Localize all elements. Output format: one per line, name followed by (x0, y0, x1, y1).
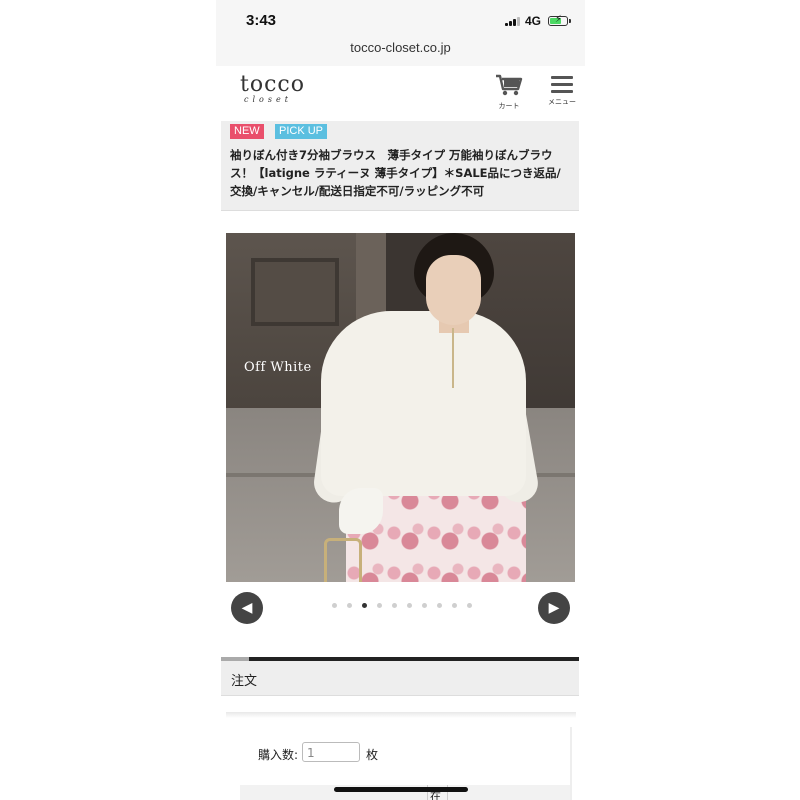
logo-main: tocco (240, 72, 305, 97)
carousel-dot[interactable] (452, 603, 457, 608)
next-image-button[interactable]: ▶ (538, 592, 570, 624)
status-time: 3:43 (246, 12, 277, 29)
home-indicator[interactable] (334, 787, 468, 792)
carousel-dots (216, 603, 585, 609)
cart-icon (496, 74, 523, 96)
quantity-label: 購入数: (258, 748, 299, 762)
signal-icon (505, 16, 521, 26)
url-text: tocco-closet.co.jp (350, 40, 451, 55)
menu-label: メニュー (548, 98, 576, 106)
quantity-input[interactable]: 1 (302, 742, 360, 762)
product-title-box: NEW PICK UP 袖りぼん付き7分袖ブラウス 薄手タイプ 万能袖りぼんブラ… (221, 121, 579, 211)
carousel-dot[interactable] (377, 603, 382, 608)
order-heading: 注文 (231, 674, 258, 689)
menu-button[interactable]: メニュー (548, 76, 576, 107)
pickup-badge: PICK UP (275, 124, 328, 139)
site-header: tocco closet カート メニュー (216, 66, 585, 121)
carousel-dot[interactable] (422, 603, 427, 608)
cart-button[interactable]: カート (494, 74, 524, 111)
quantity-unit: 枚 (366, 748, 379, 762)
chevron-right-icon: ▶ (548, 600, 560, 616)
carousel-dot[interactable] (332, 603, 337, 608)
phone-screen: 3:43 4G ⚡ tocco-closet.co.jp tocco close… (216, 0, 585, 800)
new-badge: NEW (230, 124, 264, 139)
product-title: 袖りぼん付き7分袖ブラウス 薄手タイプ 万能袖りぼんブラウス！【latigne … (230, 148, 561, 198)
image-caption: Off White (244, 360, 312, 375)
carousel-dot[interactable] (467, 603, 472, 608)
battery-icon: ⚡ (548, 14, 568, 26)
carousel-dot[interactable] (437, 603, 442, 608)
network-type: 4G (525, 14, 542, 28)
carousel-dot[interactable] (362, 603, 367, 608)
carousel-dot[interactable] (407, 603, 412, 608)
carousel-dot[interactable] (347, 603, 352, 608)
status-bar: 3:43 4G ⚡ (216, 0, 585, 36)
battery-tip (569, 19, 571, 23)
carousel-dot[interactable] (392, 603, 397, 608)
site-logo[interactable]: tocco closet (240, 72, 305, 104)
section-shadow (226, 712, 576, 718)
address-bar[interactable]: tocco-closet.co.jp (216, 36, 585, 67)
cart-label: カート (498, 102, 520, 110)
hamburger-icon (548, 76, 576, 93)
order-header: 注文 (221, 661, 579, 696)
product-image[interactable]: Off White (226, 233, 575, 582)
